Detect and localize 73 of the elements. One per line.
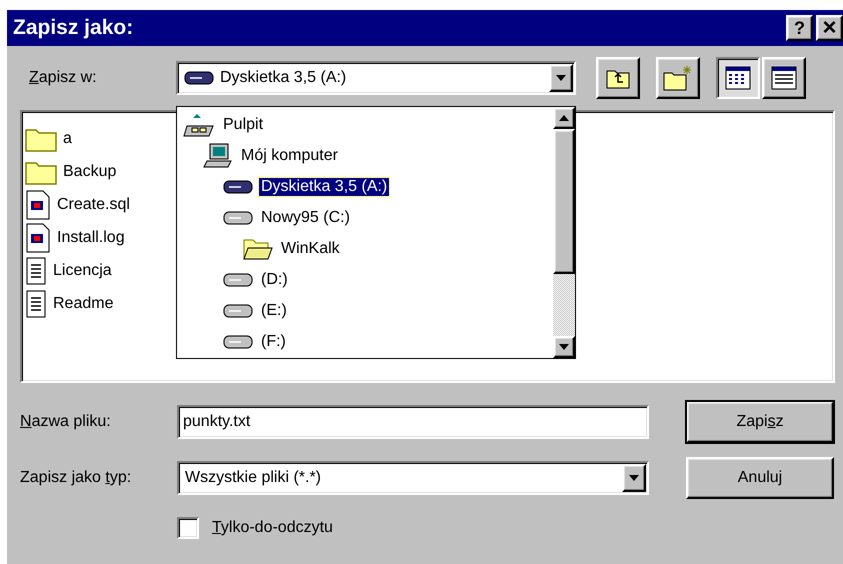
dropdown-item[interactable]: Nowy95 (C:) [177,202,553,233]
dropdown-item[interactable]: (D:) [177,264,553,295]
folder-icon [243,236,273,260]
drive-icon [223,178,253,194]
field-label: Zapisz w: [29,69,97,86]
caret-icon [559,344,569,350]
details-view-icon [771,66,797,90]
up-folder-button[interactable] [596,57,640,99]
dropdown-value: Wszystkie pliki (*.*) [185,469,322,487]
dropdown-item[interactable]: WinKalk [177,233,553,264]
new-folder-button[interactable] [656,57,700,99]
list-view-icon [725,66,751,90]
file-name: Backup [63,162,116,180]
dropdown-item[interactable]: Pulpit [177,109,553,140]
checkbox[interactable] [177,517,199,539]
scroll-thumb[interactable] [553,129,575,274]
scroll-up-button[interactable] [553,107,575,129]
file-name: Install.log [57,228,125,246]
cancel-button[interactable]: Anuluj [686,457,834,499]
caret-icon [556,75,566,81]
file-item[interactable]: Licencja [25,254,175,287]
new-folder-icon [663,65,693,91]
window-title: Zapisz jako: [13,16,134,40]
dropdown-item[interactable]: Mój komputer [177,140,553,171]
checkbox-label: Tylko-do-odczytu [212,519,333,537]
dropdown-value: Dyskietka 3,5 (A:) [220,69,348,87]
file-item[interactable]: Readme [25,287,175,320]
field-label: Zapisz jako typ: [20,469,132,487]
scrollbar[interactable] [553,107,575,358]
scroll-down-button[interactable] [553,336,575,358]
dropdown-item[interactable]: (F:) [177,326,553,357]
drive-icon [223,210,253,226]
details-view-button[interactable] [762,57,806,99]
caret-icon [629,475,639,481]
help-button[interactable]: ? [786,15,813,41]
file-name-field[interactable]: punkty.txt [177,405,649,439]
desktop-icon [183,112,215,138]
file-name: Create.sql [57,196,130,214]
file-item[interactable]: Create.sql [25,188,175,221]
file-item[interactable]: a [25,122,175,155]
file-name: a [63,130,72,148]
field-label: Nazwa pliku: [20,413,112,431]
dropdown-item-label: Mój komputer [240,146,339,164]
drive-icon [223,334,253,350]
list-view-button[interactable] [716,57,760,99]
file-name: Readme [53,294,114,312]
drive-icon [223,302,253,318]
dropdown-item[interactable]: (E:) [177,295,553,326]
dropdown-item-label: Dyskietka 3,5 (A:) [259,178,390,196]
document-icon [25,190,51,220]
close-button[interactable]: × [816,15,843,41]
file-item[interactable]: Backup [25,155,175,188]
dropdown-item-label: Nowy95 (C:) [260,208,351,226]
text-file-icon [25,288,47,318]
text-file-icon [25,256,47,286]
up-arrow-icon [559,115,569,121]
drive-icon [223,272,253,288]
document-icon [25,222,51,252]
dropdown-item-label: WinKalk [280,240,341,258]
file-item[interactable]: Install.log [25,221,175,254]
dropdown-item-label: (D:) [260,270,289,288]
drive-icon [184,70,214,86]
dropdown-item-label: Pulpit [222,116,264,134]
computer-icon [203,142,233,168]
dropdown-button[interactable] [549,64,573,92]
dropdown-item-label: (F:) [260,332,287,350]
dropdown-button[interactable] [622,464,646,492]
file-type-dropdown[interactable]: Wszystkie pliki (*.*) [177,461,649,495]
dropdown-item[interactable]: Dyskietka 3,5 (A:) [177,171,553,202]
file-name: Licencja [53,262,112,280]
save-button[interactable]: Zapisz [686,401,834,443]
save-in-dropdown[interactable]: Dyskietka 3,5 (A:) [176,61,576,95]
dropdown-item-label: (E:) [260,302,288,320]
